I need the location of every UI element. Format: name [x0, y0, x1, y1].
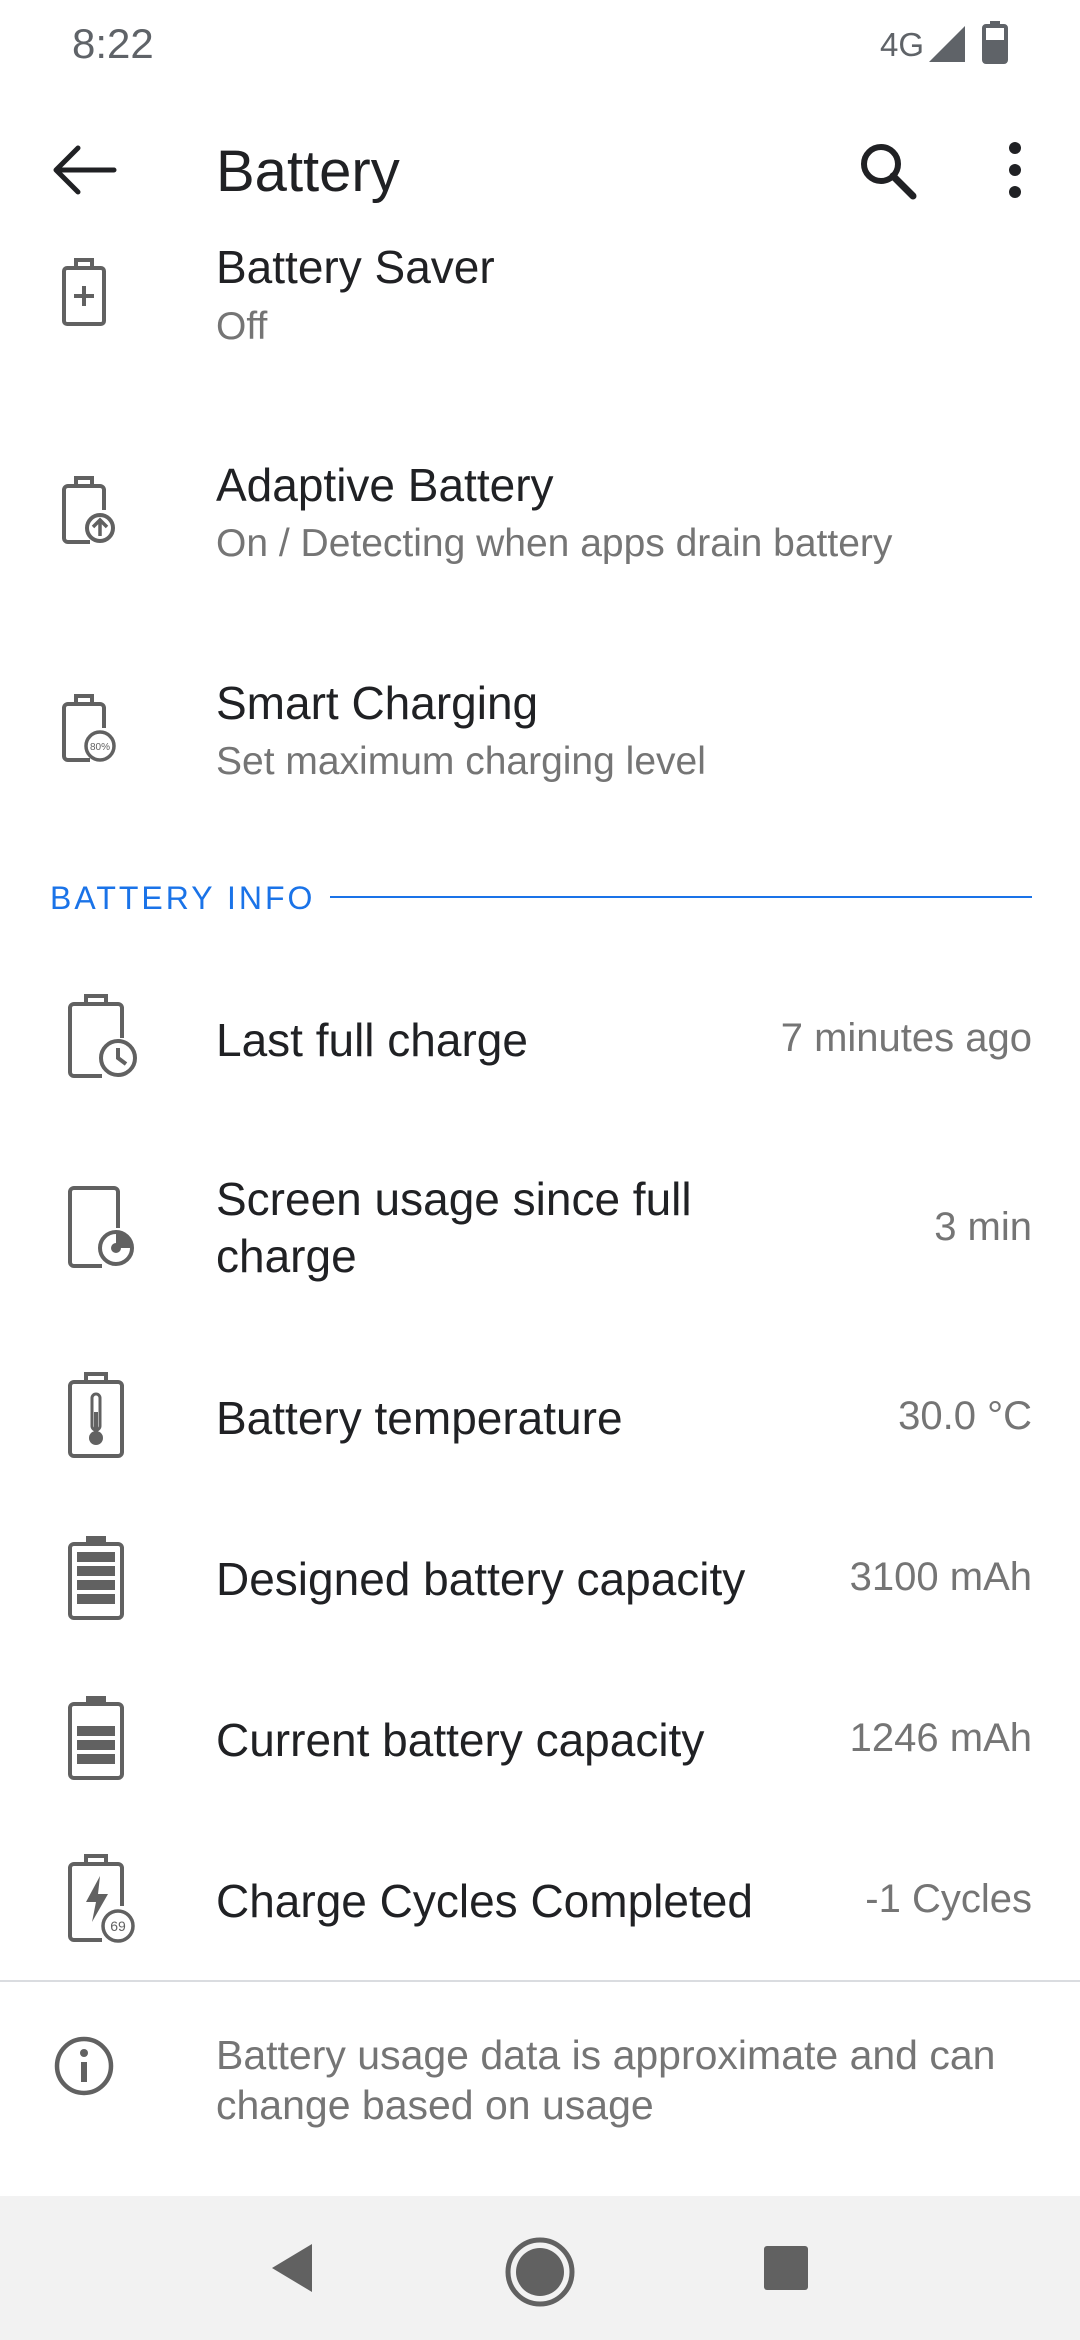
battery-upload-icon — [62, 476, 115, 544]
section-divider — [330, 896, 1032, 898]
screen-usage-title-line2: charge — [216, 1230, 357, 1282]
signal-icon — [929, 26, 965, 62]
screen-usage-title-line1: Screen usage since full — [216, 1173, 692, 1225]
footer-text: Battery usage data is approximate and ca… — [216, 2032, 996, 2128]
charge-cycles-badge: 69 — [110, 1918, 126, 1934]
page-title: Battery — [216, 139, 400, 204]
nav-back-icon[interactable] — [264, 2240, 320, 2296]
nav-home-icon[interactable] — [504, 2236, 576, 2308]
screen-usage-value: 3 min — [934, 1205, 1032, 1249]
battery-level-icon — [68, 1696, 124, 1780]
info-icon — [54, 2036, 114, 2096]
charge-cycles-title: Charge Cycles Completed — [216, 1875, 753, 1927]
current-capacity-title: Current battery capacity — [216, 1714, 705, 1766]
battery-thermometer-icon — [68, 1372, 124, 1458]
battery-status-icon — [982, 21, 1008, 64]
current-capacity-value: 1246 mAh — [849, 1716, 1032, 1760]
adaptive-battery-subtitle: On / Detecting when apps drain battery — [216, 522, 893, 565]
back-arrow-icon[interactable] — [48, 140, 120, 200]
network-type: 4G — [880, 26, 925, 63]
smart-charging-badge: 80% — [90, 742, 110, 753]
battery-temperature-value: 30.0 °C — [898, 1394, 1032, 1438]
smart-charging-title: Smart Charging — [216, 677, 539, 729]
footer-divider — [0, 1980, 1080, 1982]
section-header: BATTERY INFO — [50, 880, 316, 916]
battery-cycles-icon: 69 — [68, 1854, 135, 1943]
battery-temperature-title: Battery temperature — [216, 1392, 623, 1444]
battery-full-icon — [68, 1536, 124, 1620]
charge-cycles-value: -1 Cycles — [865, 1877, 1032, 1921]
last-full-charge-value: 7 minutes ago — [780, 1016, 1032, 1060]
more-vert-icon[interactable] — [1000, 140, 1030, 200]
nav-recents-icon[interactable] — [762, 2244, 810, 2292]
last-full-charge-title: Last full charge — [216, 1014, 528, 1066]
battery-saver-title: Battery Saver — [216, 241, 495, 293]
smart-charging-subtitle: Set maximum charging level — [216, 740, 706, 783]
designed-capacity-title: Designed battery capacity — [216, 1553, 746, 1605]
designed-capacity-value: 3100 mAh — [849, 1555, 1032, 1599]
battery-saver-subtitle: Off — [216, 305, 268, 348]
battery-clock-icon — [68, 994, 137, 1078]
phone-usage-icon — [68, 1186, 134, 1268]
battery-plus-icon — [62, 258, 106, 326]
status-time: 8:22 — [72, 20, 154, 67]
adaptive-battery-title: Adaptive Battery — [216, 459, 554, 511]
search-icon[interactable] — [855, 138, 919, 202]
battery-80-icon: 80% — [62, 694, 116, 762]
